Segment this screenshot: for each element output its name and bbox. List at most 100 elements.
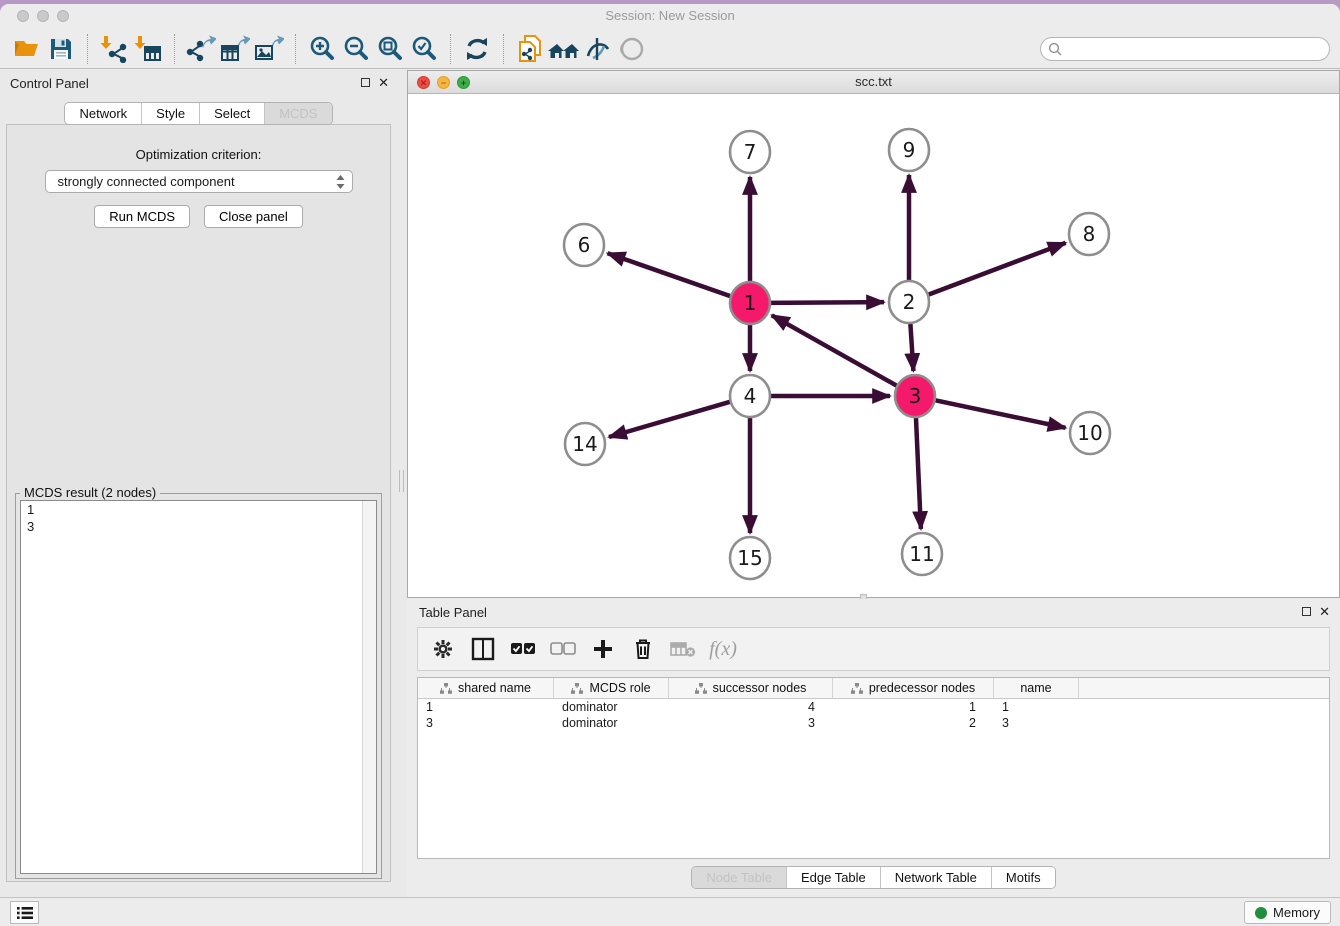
graph-node-4[interactable]: 4 <box>730 375 770 417</box>
tab-network[interactable]: Network <box>65 103 142 124</box>
float-table-panel-icon[interactable] <box>1302 607 1311 616</box>
graph-node-3[interactable]: 3 <box>895 375 935 417</box>
zoom-out-icon[interactable] <box>339 33 373 65</box>
column-type-icon <box>695 683 707 694</box>
column-header-shared-name[interactable]: shared name <box>418 678 554 698</box>
search-input[interactable] <box>1040 37 1330 61</box>
window-title: Session: New Session <box>0 8 1340 23</box>
tab-motifs[interactable]: Motifs <box>992 867 1055 888</box>
vertical-splitter[interactable] <box>397 70 407 897</box>
add-column-icon[interactable] <box>588 634 618 664</box>
svg-text:8: 8 <box>1083 222 1096 246</box>
delete-table-icon[interactable] <box>668 634 698 664</box>
graph-edge-2-3[interactable] <box>910 321 913 371</box>
graph-node-7[interactable]: 7 <box>730 131 770 173</box>
task-history-button[interactable] <box>10 901 39 924</box>
column-header-successor-nodes[interactable]: successor nodes <box>669 678 833 698</box>
new-network-from-selection-icon[interactable] <box>513 33 547 65</box>
deselect-all-columns-icon[interactable] <box>548 634 578 664</box>
graph-node-10[interactable]: 10 <box>1070 412 1110 454</box>
svg-text:11: 11 <box>909 542 934 566</box>
import-network-icon[interactable] <box>97 33 131 65</box>
graph-edge-4-14[interactable] <box>609 401 732 437</box>
import-table-icon[interactable] <box>131 33 165 65</box>
graph-edge-3-1[interactable] <box>772 315 899 386</box>
graph-edge-1-6[interactable] <box>608 253 732 296</box>
result-scrollbar[interactable] <box>362 501 376 873</box>
list-icon <box>17 906 33 920</box>
zoom-fit-icon[interactable] <box>373 33 407 65</box>
svg-text:4: 4 <box>744 384 757 408</box>
table-tabs: Node Table Edge Table Network Table Moti… <box>407 866 1340 889</box>
cell-successor-nodes[interactable]: 3 <box>669 715 833 731</box>
function-builder-icon[interactable]: f(x) <box>708 634 738 664</box>
graph-edge-3-10[interactable] <box>934 400 1066 428</box>
mcds-result-list[interactable]: 1 3 <box>20 500 377 874</box>
column-type-icon <box>440 683 452 694</box>
graph-node-14[interactable]: 14 <box>565 423 605 465</box>
network-canvas[interactable]: 1 2 3 4 6 7 8 9 10 11 14 15 <box>408 94 1339 597</box>
column-settings-icon[interactable] <box>428 634 458 664</box>
criterion-dropdown[interactable]: strongly connected component <box>45 170 353 193</box>
mcds-result-item[interactable]: 1 <box>21 501 376 518</box>
apply-layout-icon[interactable] <box>460 33 494 65</box>
zoom-in-icon[interactable] <box>305 33 339 65</box>
cell-shared-name[interactable]: 1 <box>418 699 554 715</box>
toolbar-separator <box>174 34 175 64</box>
graph-node-11[interactable]: 11 <box>902 533 942 575</box>
cell-predecessor-nodes[interactable]: 2 <box>833 715 994 731</box>
mcds-result-item[interactable]: 3 <box>21 518 376 535</box>
export-network-icon[interactable] <box>184 33 218 65</box>
nested-networks-icon[interactable] <box>547 33 581 65</box>
tab-select[interactable]: Select <box>200 103 265 124</box>
cell-predecessor-nodes[interactable]: 1 <box>833 699 994 715</box>
graph-edge-1-2[interactable] <box>769 302 884 303</box>
graph-node-2[interactable]: 2 <box>889 281 929 323</box>
cell-name[interactable]: 3 <box>994 715 1079 731</box>
cell-mcds-role[interactable]: dominator <box>554 699 669 715</box>
graph-edge-2-8[interactable] <box>927 243 1066 295</box>
close-panel-icon[interactable]: ✕ <box>378 77 389 88</box>
cell-name[interactable]: 1 <box>994 699 1079 715</box>
graph-node-6[interactable]: 6 <box>564 224 604 266</box>
column-header-name[interactable]: name <box>994 678 1079 698</box>
panel-layout-icon[interactable] <box>468 634 498 664</box>
graph-node-8[interactable]: 8 <box>1069 213 1109 255</box>
svg-text:9: 9 <box>903 138 916 162</box>
graph-node-1[interactable]: 1 <box>730 282 770 324</box>
open-session-icon[interactable] <box>10 33 44 65</box>
tab-mcds[interactable]: MCDS <box>265 103 331 124</box>
run-mcds-button[interactable]: Run MCDS <box>94 205 190 228</box>
export-image-icon[interactable] <box>252 33 286 65</box>
hide-panels-icon[interactable] <box>581 33 615 65</box>
save-session-icon[interactable] <box>44 33 78 65</box>
close-table-panel-icon[interactable]: ✕ <box>1319 606 1330 617</box>
cell-shared-name[interactable]: 3 <box>418 715 554 731</box>
tab-network-table[interactable]: Network Table <box>881 867 992 888</box>
select-all-columns-icon[interactable] <box>508 634 538 664</box>
graph-node-9[interactable]: 9 <box>889 129 929 171</box>
show-graphics-details-icon[interactable] <box>615 33 649 65</box>
tab-edge-table[interactable]: Edge Table <box>787 867 881 888</box>
column-type-icon <box>571 683 583 694</box>
table-row[interactable]: 3 dominator 3 2 3 <box>418 715 1329 731</box>
float-panel-icon[interactable] <box>361 78 370 87</box>
table-row[interactable]: 1 dominator 4 1 1 <box>418 699 1329 715</box>
close-panel-button[interactable]: Close panel <box>204 205 303 228</box>
column-header-mcds-role[interactable]: MCDS role <box>554 678 669 698</box>
graph-node-15[interactable]: 15 <box>730 537 770 579</box>
tab-node-table[interactable]: Node Table <box>692 867 787 888</box>
memory-button[interactable]: Memory <box>1244 901 1331 924</box>
mcds-result-title: MCDS result (2 nodes) <box>20 485 160 500</box>
export-table-icon[interactable] <box>218 33 252 65</box>
cell-mcds-role[interactable]: dominator <box>554 715 669 731</box>
cell-successor-nodes[interactable]: 4 <box>669 699 833 715</box>
search-icon <box>1048 42 1062 56</box>
tab-style[interactable]: Style <box>142 103 200 124</box>
node-table: shared name MCDS role successor nodes pr… <box>417 677 1330 859</box>
zoom-selected-icon[interactable] <box>407 33 441 65</box>
column-header-predecessor-nodes[interactable]: predecessor nodes <box>833 678 994 698</box>
graph-edge-3-11[interactable] <box>916 415 921 529</box>
table-panel: Table Panel ✕ <box>407 599 1340 897</box>
delete-column-icon[interactable] <box>628 634 658 664</box>
